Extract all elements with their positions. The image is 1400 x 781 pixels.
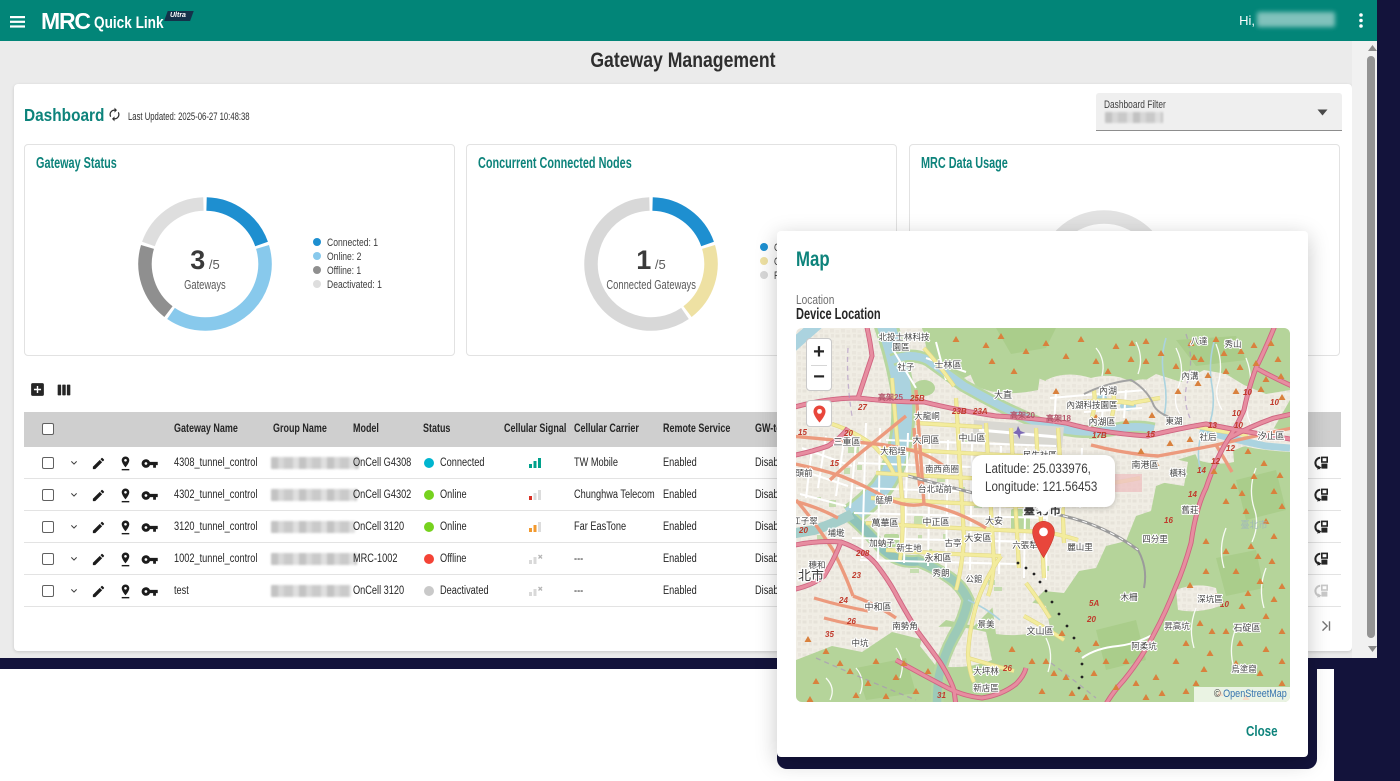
svg-text:中山區: 中山區 (958, 432, 985, 443)
svg-text:高架25: 高架25 (878, 392, 903, 402)
svg-text:士林區: 士林區 (934, 359, 961, 370)
svg-text:內湖區: 內湖區 (1088, 417, 1115, 427)
svg-text:17B: 17B (1092, 431, 1107, 440)
svg-text:秀山: 秀山 (1224, 339, 1241, 349)
svg-text:新店區: 新店區 (973, 683, 999, 693)
svg-text:大安: 大安 (985, 515, 1003, 526)
svg-text:台北站前: 台北站前 (918, 484, 953, 494)
svg-text:舊莊: 舊莊 (1181, 505, 1199, 515)
svg-text:20: 20 (798, 526, 808, 535)
svg-text:南港區: 南港區 (1131, 459, 1158, 470)
svg-text:三重區: 三重區 (833, 436, 860, 447)
svg-text:阿柔坑: 阿柔坑 (1131, 641, 1157, 651)
svg-text:大同區: 大同區 (912, 434, 939, 445)
svg-text:北投士林科技: 北投士林科技 (878, 332, 930, 342)
svg-text:新生地: 新生地 (896, 543, 922, 553)
svg-text:萬華區: 萬華區 (871, 517, 898, 528)
svg-text:15: 15 (798, 428, 807, 437)
svg-text:景美: 景美 (977, 619, 995, 629)
svg-text:艋舺: 艋舺 (875, 495, 892, 505)
svg-text:公館: 公館 (965, 574, 982, 584)
svg-text:208: 208 (855, 549, 870, 558)
svg-text:古亭: 古亭 (944, 538, 961, 548)
svg-text:5A: 5A (1089, 599, 1099, 608)
svg-text:中正區: 中正區 (922, 516, 949, 527)
svg-text:13: 13 (1208, 421, 1217, 430)
svg-text:內溝: 內溝 (1181, 371, 1199, 381)
svg-text:24: 24 (838, 596, 848, 605)
svg-text:中和區: 中和區 (864, 601, 891, 612)
svg-text:頭前: 頭前 (796, 468, 813, 478)
svg-text:四分里: 四分里 (1142, 534, 1168, 544)
svg-text:江子翠: 江子翠 (796, 516, 818, 526)
svg-text:14: 14 (1188, 490, 1197, 499)
svg-text:園區: 園區 (892, 342, 909, 352)
svg-text:10: 10 (1234, 421, 1243, 430)
svg-text:內湖: 內湖 (1099, 386, 1117, 396)
svg-text:12: 12 (1211, 457, 1220, 466)
svg-text:秀朗: 秀朗 (932, 568, 949, 578)
svg-text:木柵: 木柵 (1120, 592, 1138, 602)
svg-text:永和區: 永和區 (924, 552, 951, 563)
svg-text:社子: 社子 (897, 362, 915, 372)
svg-text:26: 26 (1002, 664, 1012, 673)
svg-text:臺北市: 臺北市 (1240, 519, 1267, 530)
svg-text:23B: 23B (951, 407, 967, 416)
svg-text:烏塗窟: 烏塗窟 (1231, 664, 1257, 674)
svg-text:10: 10 (1232, 409, 1241, 418)
svg-text:16: 16 (1164, 516, 1173, 525)
svg-text:高架18: 高架18 (1046, 413, 1071, 423)
svg-text:15: 15 (1146, 430, 1155, 439)
svg-text:大龍峒: 大龍峒 (914, 411, 940, 421)
svg-text:23: 23 (851, 571, 861, 580)
svg-text:25B: 25B (909, 394, 925, 403)
svg-text:14: 14 (1197, 466, 1206, 475)
svg-text:20: 20 (1086, 615, 1096, 624)
svg-text:北市: 北市 (798, 568, 824, 583)
svg-text:麗山里: 麗山里 (1067, 542, 1093, 552)
svg-text:南西商圈: 南西商圈 (925, 464, 959, 474)
svg-text:昇高坑: 昇高坑 (1164, 621, 1190, 631)
svg-text:大稻埕: 大稻埕 (880, 446, 906, 456)
svg-text:加蚋子: 加蚋子 (869, 538, 895, 548)
svg-text:深坑區: 深坑區 (1197, 594, 1223, 604)
svg-text:35: 35 (825, 630, 834, 639)
svg-text:八達: 八達 (1190, 336, 1208, 346)
svg-text:內湖科技園區: 內湖科技園區 (1066, 400, 1117, 410)
svg-text:大坪林: 大坪林 (973, 666, 999, 676)
svg-text:10: 10 (1243, 388, 1252, 397)
svg-text:汐止區: 汐止區 (1257, 430, 1284, 441)
svg-text:埔墘: 埔墘 (827, 528, 845, 538)
svg-text:26: 26 (846, 617, 856, 626)
svg-text:文山區: 文山區 (1026, 625, 1053, 636)
svg-text:中坑: 中坑 (851, 638, 869, 648)
svg-text:高架20: 高架20 (1010, 410, 1035, 420)
svg-text:31: 31 (937, 691, 946, 700)
svg-text:15: 15 (830, 459, 839, 468)
svg-text:23A: 23A (972, 407, 988, 416)
svg-text:12: 12 (1226, 444, 1235, 453)
svg-text:10: 10 (1270, 398, 1279, 407)
svg-text:大直: 大直 (994, 389, 1012, 400)
svg-text:橫科: 橫科 (1169, 468, 1187, 478)
svg-text:東湖: 東湖 (1165, 416, 1182, 426)
svg-text:27: 27 (857, 403, 867, 412)
svg-text:石碇區: 石碇區 (1233, 622, 1260, 633)
svg-text:社后: 社后 (1199, 432, 1217, 442)
svg-text:南勢角: 南勢角 (892, 621, 918, 631)
svg-text:大安區: 大安區 (964, 532, 991, 543)
